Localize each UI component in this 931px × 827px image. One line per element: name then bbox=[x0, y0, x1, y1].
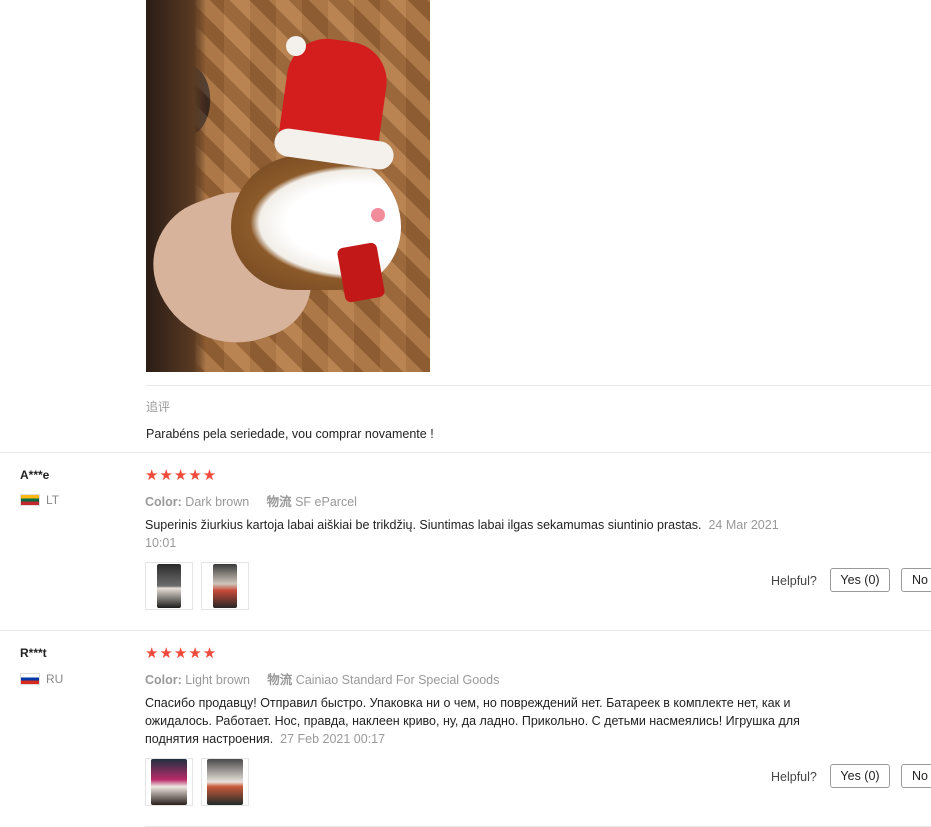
review-text-line: ожидалось. Работает. Нос, правда, наклее… bbox=[145, 714, 800, 728]
review-divider bbox=[0, 630, 931, 631]
followup-text: Parabéns pela seriedade, vou comprar nov… bbox=[146, 427, 434, 441]
review-time: 10:01 bbox=[145, 536, 177, 550]
followup-label: 追评 bbox=[146, 400, 171, 414]
review-thumbnail[interactable] bbox=[145, 758, 193, 806]
color-value: Light brown bbox=[185, 673, 250, 687]
reviewer-name: R***t bbox=[20, 646, 47, 660]
lithuania-flag-icon bbox=[20, 494, 40, 506]
country-code: RU bbox=[46, 672, 64, 686]
review-text: Superinis žiurkius kartoja labai aiškiai… bbox=[145, 516, 845, 534]
followup-divider bbox=[146, 385, 931, 386]
shipping-label: 物流 bbox=[267, 673, 293, 687]
rating-stars: ★★★★★ bbox=[145, 467, 218, 484]
review-meta: Color: Dark brown 物流 SF eParcel bbox=[145, 491, 357, 510]
shipping-label: 物流 bbox=[266, 495, 292, 509]
review-text-line: Спасибо продавцу! Отправил быстро. Упако… bbox=[145, 696, 791, 710]
color-label: Color: bbox=[145, 495, 182, 509]
review-body: Superinis žiurkius kartoja labai aiškiai… bbox=[145, 518, 702, 532]
helpful-label: Helpful? bbox=[771, 770, 817, 784]
rating-stars: ★★★★★ bbox=[145, 645, 218, 662]
color-value: Dark brown bbox=[185, 495, 250, 509]
review-divider bbox=[0, 452, 931, 453]
review-thumbnail[interactable] bbox=[145, 562, 193, 610]
review-thumbnail[interactable] bbox=[201, 758, 249, 806]
shipping-value: SF eParcel bbox=[295, 495, 357, 509]
color-label: Color: bbox=[145, 673, 182, 687]
review-meta: Color: Light brown 物流 Cainiao Standard F… bbox=[145, 669, 499, 688]
review-text-line: поднятия настроения. 27 Feb 2021 00:17 bbox=[145, 730, 915, 748]
review-date: 27 Feb 2021 00:17 bbox=[280, 732, 386, 746]
country-code: LT bbox=[46, 493, 60, 507]
review-thumbnail[interactable] bbox=[201, 562, 249, 610]
reviewer-country: RU bbox=[20, 672, 63, 686]
helpful-no-button[interactable]: No bbox=[901, 764, 931, 788]
helpful-no-button[interactable]: No bbox=[901, 568, 931, 592]
helpful-label: Helpful? bbox=[771, 574, 817, 588]
shipping-value: Cainiao Standard For Special Goods bbox=[295, 673, 500, 687]
review-photo[interactable] bbox=[146, 0, 430, 372]
review-date: 24 Mar 2021 bbox=[708, 518, 779, 532]
review-body: поднятия настроения. bbox=[145, 732, 274, 746]
reviewer-name: A***e bbox=[20, 468, 50, 482]
helpful-yes-button[interactable]: Yes (0) bbox=[830, 568, 890, 592]
reviewer-country: LT bbox=[20, 493, 59, 507]
russia-flag-icon bbox=[20, 673, 40, 685]
helpful-yes-button[interactable]: Yes (0) bbox=[830, 764, 890, 788]
